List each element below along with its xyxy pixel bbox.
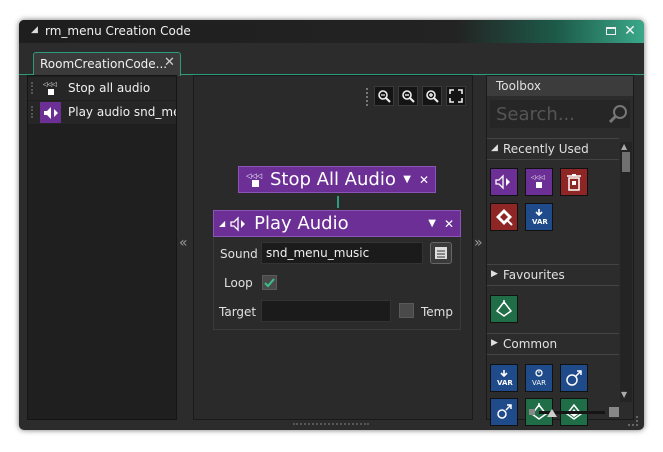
section-label: Favourites: [503, 268, 565, 282]
icon-size-slider[interactable]: [529, 406, 619, 418]
creation-code-window: ◢ rm_menu Creation Code ✕ RoomCreationCo…: [19, 20, 644, 430]
block-close-icon[interactable]: ✕: [444, 217, 454, 231]
zoom-in-icon[interactable]: [422, 86, 442, 106]
collapse-arrow-icon[interactable]: ◢: [219, 219, 225, 228]
toolbox-search: [490, 100, 630, 128]
list-item-label: Play audio snd_menu: [68, 105, 176, 119]
toolbox-title: Toolbox: [496, 79, 541, 93]
loop-label: Loop: [224, 276, 253, 290]
scroll-up-icon[interactable]: ▲: [621, 142, 627, 151]
scroll-thumb[interactable]: [622, 152, 630, 172]
list-item-label: Stop all audio: [68, 81, 151, 95]
toolbox-panel: Toolbox ◢ Recently Used ◁◁◁ VAR ▶: [486, 75, 634, 426]
tab-close-icon[interactable]: ✕: [164, 55, 175, 70]
destroy-instance-icon[interactable]: [560, 168, 588, 196]
maximize-icon[interactable]: [603, 23, 619, 39]
target-label: Target: [219, 305, 257, 319]
search-icon[interactable]: [607, 103, 629, 128]
window-title: rm_menu Creation Code: [45, 24, 191, 38]
assign-variable-icon[interactable]: VAR: [490, 364, 518, 392]
loop-checkbox[interactable]: [262, 275, 277, 290]
asset-picker-button[interactable]: [430, 242, 452, 264]
section-favourites[interactable]: ▶ Favourites: [487, 264, 619, 286]
large-icon: [609, 407, 619, 417]
go-to-icon[interactable]: [490, 398, 518, 426]
svg-text:VAR: VAR: [497, 379, 513, 387]
sound-label: Sound: [220, 247, 258, 261]
expand-arrow-icon[interactable]: ▶: [491, 338, 498, 348]
section-label: Common: [503, 337, 558, 351]
tab-bar: RoomCreationCode... ✕: [19, 43, 644, 76]
scroll-down-icon[interactable]: ▼: [621, 390, 627, 399]
collapse-left-panel-button[interactable]: «: [179, 235, 188, 251]
stop-all-audio-icon[interactable]: ◁◁◁: [525, 168, 553, 196]
function-call-icon[interactable]: [560, 364, 588, 392]
expand-arrow-icon[interactable]: ▶: [491, 269, 498, 279]
zoom-reset-icon[interactable]: [374, 86, 394, 106]
tab-room-creation-code[interactable]: RoomCreationCode... ✕: [33, 52, 181, 76]
stop-all-audio-icon: ◁◁◁: [40, 78, 61, 99]
small-icon: [529, 409, 535, 415]
svg-text:VAR: VAR: [532, 218, 548, 226]
toolbox-header: Toolbox: [487, 76, 633, 96]
target-field[interactable]: [261, 300, 391, 322]
svg-text:◁◁◁: ◁◁◁: [531, 174, 545, 181]
play-audio-icon: [229, 215, 249, 233]
zoom-toolbar: [366, 86, 474, 108]
sound-field[interactable]: snd_menu_music: [261, 242, 423, 264]
collapse-arrow-icon[interactable]: ◢: [31, 25, 38, 35]
tab-label: RoomCreationCode...: [40, 57, 168, 71]
section-recently-used[interactable]: ◢ Recently Used: [487, 138, 619, 160]
bottom-resize-grip[interactable]: [293, 423, 369, 427]
declare-variable-icon[interactable]: VAR: [525, 203, 553, 231]
expand-arrow-icon[interactable]: ◢: [491, 143, 498, 153]
drag-handle[interactable]: [31, 82, 35, 94]
close-icon[interactable]: ✕: [622, 23, 638, 39]
list-item-play-audio[interactable]: Play audio snd_menu: [28, 101, 176, 124]
create-instance-icon[interactable]: [490, 203, 518, 231]
collapse-right-panel-button[interactable]: »: [474, 235, 483, 251]
section-label: Recently Used: [503, 142, 589, 156]
code-canvas[interactable]: ◁◁◁ Stop All Audio ▼ ✕ ◢ Play Audio ▼ ✕ …: [193, 75, 473, 420]
block-title: Stop All Audio: [270, 169, 396, 190]
temp-label: Temp: [421, 305, 453, 319]
slider-knob[interactable]: [547, 409, 557, 417]
svg-text:VAR: VAR: [532, 379, 546, 387]
section-common[interactable]: ▶ Common: [487, 333, 619, 355]
search-input[interactable]: [494, 102, 604, 126]
drag-handle[interactable]: [366, 88, 370, 106]
play-audio-block[interactable]: ◢ Play Audio ▼ ✕: [213, 210, 461, 237]
action-list-panel: ◁◁◁ Stop all audio Play audio snd_menu: [27, 75, 177, 420]
play-audio-block-body: Sound snd_menu_music Loop Target Temp: [213, 237, 461, 330]
zoom-out-icon[interactable]: [398, 86, 418, 106]
call-function-icon[interactable]: [490, 295, 518, 323]
temp-checkbox[interactable]: [399, 303, 414, 318]
list-item-stop-all-audio[interactable]: ◁◁◁ Stop all audio: [28, 77, 176, 100]
play-audio-icon[interactable]: [490, 168, 518, 196]
block-title: Play Audio: [254, 213, 349, 234]
corner-resize-grip[interactable]: [628, 416, 638, 426]
svg-text:◁◁◁: ◁◁◁: [246, 172, 263, 180]
block-close-icon[interactable]: ✕: [419, 173, 429, 187]
stop-all-audio-block[interactable]: ◁◁◁ Stop All Audio ▼ ✕: [238, 166, 436, 193]
stop-all-audio-icon: ◁◁◁: [245, 171, 265, 189]
block-connector: [337, 196, 339, 208]
play-audio-icon: [40, 102, 61, 123]
svg-text:◁◁◁: ◁◁◁: [43, 81, 57, 88]
drag-handle[interactable]: [31, 106, 35, 118]
fit-screen-icon[interactable]: [446, 86, 466, 106]
block-menu-icon[interactable]: ▼: [428, 218, 436, 229]
block-menu-icon[interactable]: ▼: [403, 174, 411, 185]
toolbox-scrollbar[interactable]: ▲ ▼: [620, 142, 632, 402]
declare-temp-icon[interactable]: VAR: [525, 364, 553, 392]
title-bar[interactable]: ◢ rm_menu Creation Code ✕: [19, 20, 644, 43]
